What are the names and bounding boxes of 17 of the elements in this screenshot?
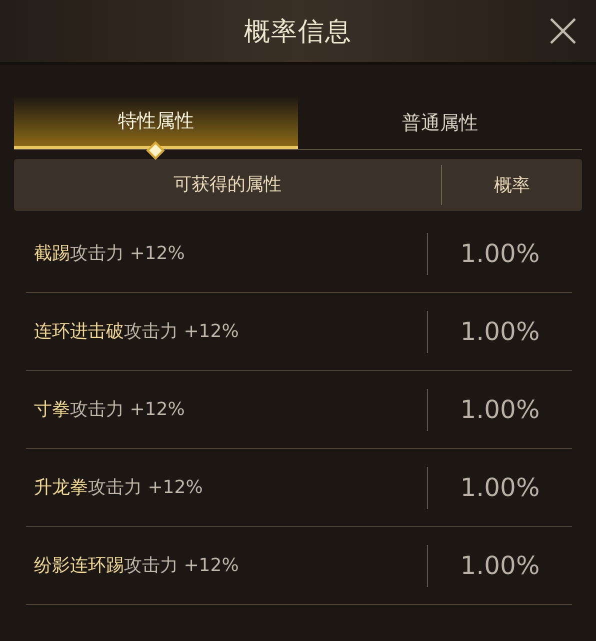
table-cell: 升龙拳攻击力 +12% (26, 466, 428, 508)
table-cell-text: 1.00% (459, 473, 541, 502)
table-cell-text: 1.00% (459, 239, 541, 268)
table-cell-text: 1.00% (459, 395, 541, 424)
column-header: 概率 (493, 174, 531, 197)
table-cell-text: 1.00% (459, 317, 541, 346)
close-button[interactable] (548, 16, 578, 46)
tab[interactable]: 普通属性 (298, 96, 582, 149)
tab[interactable]: 特性属性 (14, 96, 298, 149)
column-header: 可获得的属性 (14, 165, 442, 205)
table-cell: 连环进击破攻击力 +12% (26, 310, 428, 352)
table-cell-text: 1.00% (459, 551, 541, 580)
table-cell: 寸拳攻击力 +12% (26, 388, 428, 430)
table-cell: 截踢攻击力 +12% (26, 232, 428, 274)
table-cell: 纷影连环踢攻击力 +12% (26, 544, 428, 586)
close-icon (549, 17, 577, 45)
window-title: 概率信息 (244, 16, 352, 48)
